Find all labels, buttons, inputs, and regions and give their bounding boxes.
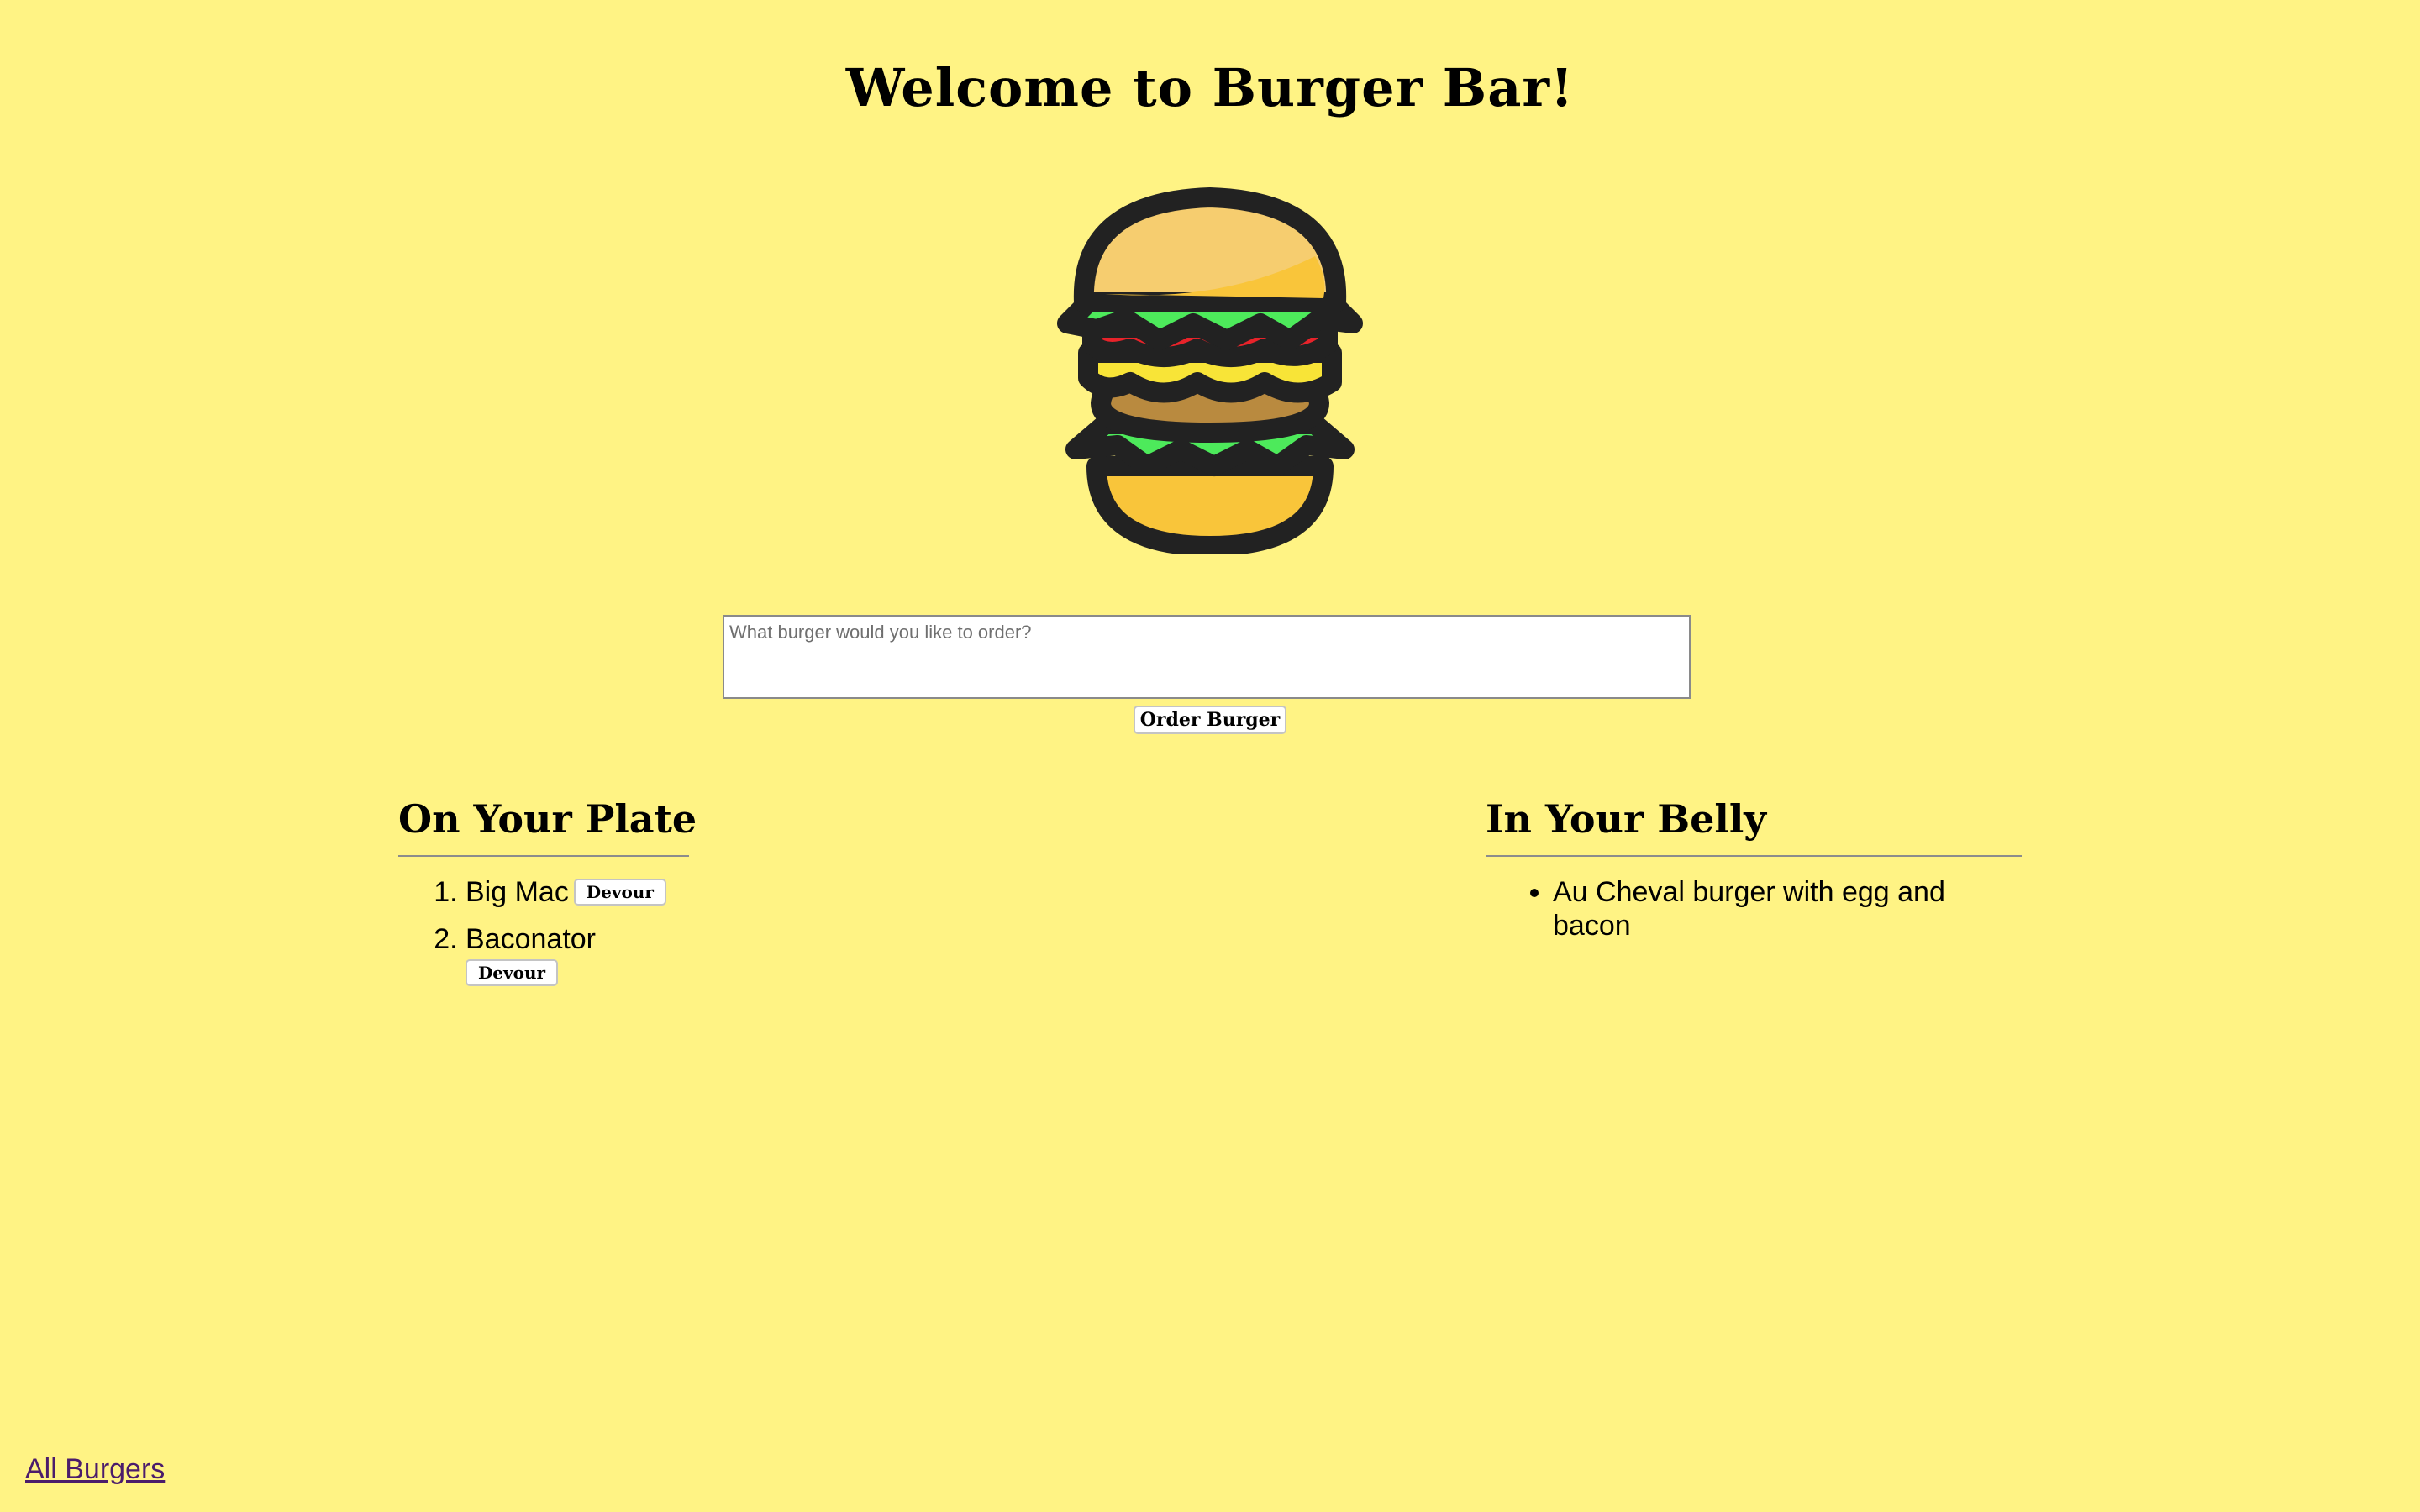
belly-section: In Your Belly Au Cheval burger with egg … <box>1486 790 2022 956</box>
list-item: Baconator Devour <box>466 922 689 986</box>
plate-divider <box>398 855 689 857</box>
order-burger-button[interactable]: Order Burger <box>1134 706 1286 734</box>
all-burgers-link[interactable]: All Burgers <box>25 1453 165 1486</box>
belly-title: In Your Belly <box>1486 796 1767 842</box>
burger-order-input[interactable] <box>723 615 1691 699</box>
page-title: Welcome to Burger Bar! <box>845 57 1575 118</box>
plate-title: On Your Plate <box>398 796 697 842</box>
list-item: Au Cheval burger with egg and bacon <box>1553 875 2022 942</box>
list-item: Big MacDevour <box>466 875 689 909</box>
burger-icon <box>1057 187 1363 554</box>
order-form: Order Burger <box>723 615 1691 734</box>
devour-button[interactable]: Devour <box>466 959 558 986</box>
burger-name: Baconator <box>466 923 596 955</box>
belly-divider <box>1486 855 2022 857</box>
devour-button[interactable]: Devour <box>573 879 666 906</box>
belly-list: Au Cheval burger with egg and bacon <box>1486 875 2022 942</box>
plate-section: On Your Plate Big MacDevour BaconatorDev… <box>398 790 697 1000</box>
plate-list: Big MacDevour BaconatorDevour <box>398 875 689 986</box>
burger-name: Big Mac <box>466 876 569 908</box>
burger-name: Au Cheval burger with egg and bacon <box>1553 876 1945 942</box>
